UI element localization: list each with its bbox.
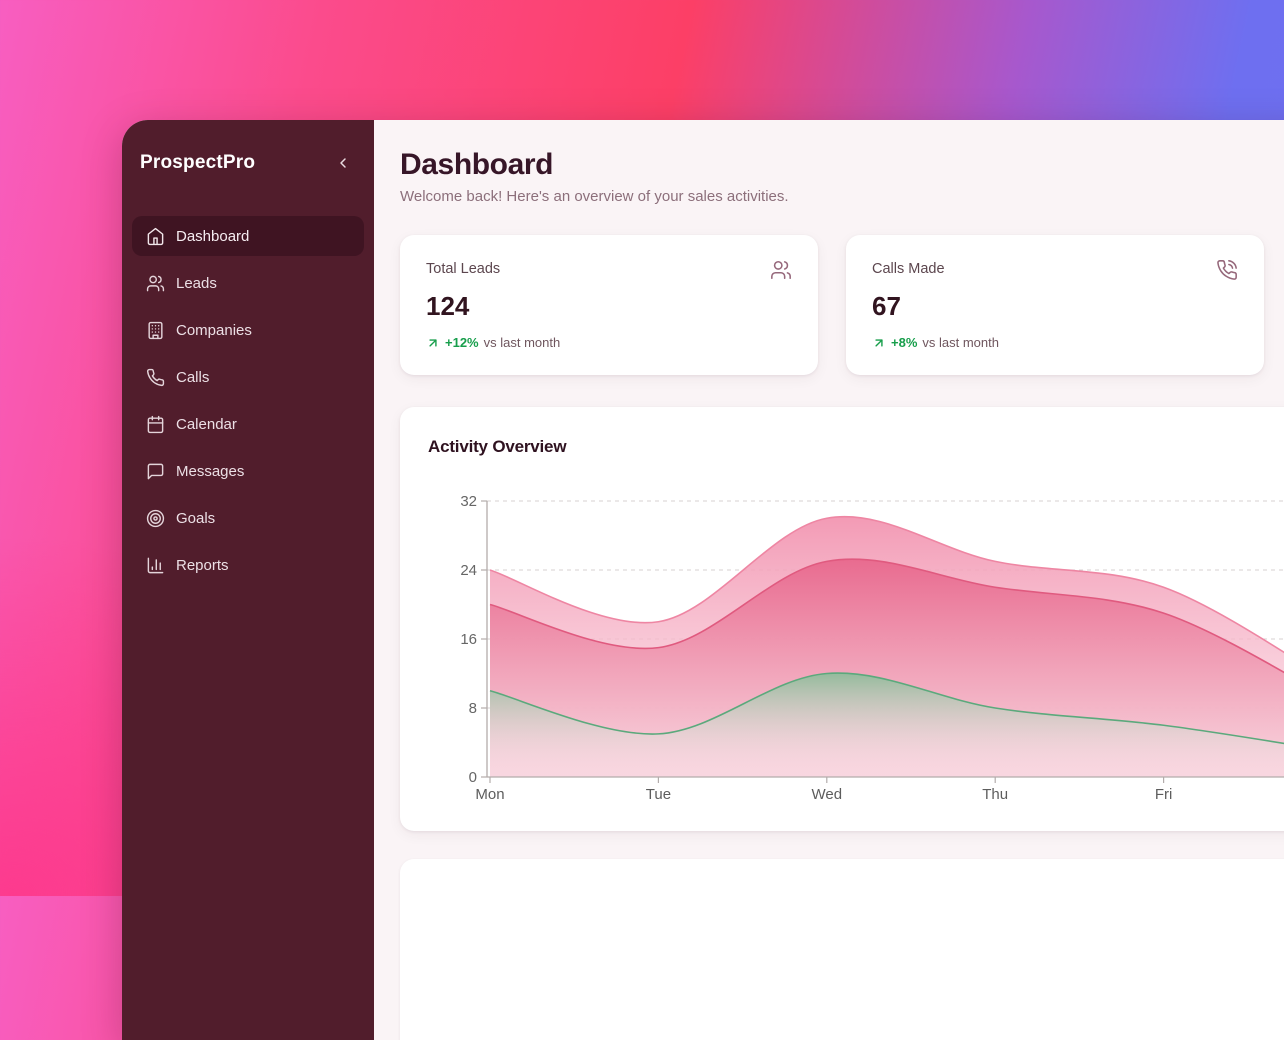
sidebar-item-label: Goals bbox=[176, 510, 215, 527]
target-icon bbox=[146, 509, 165, 528]
svg-text:8: 8 bbox=[469, 700, 477, 717]
stat-trend: +8% vs last month bbox=[872, 335, 1238, 350]
home-icon bbox=[146, 227, 165, 246]
trend-suffix: vs last month bbox=[484, 335, 561, 350]
activity-chart: 0 8 16 24 32 Mon Tue Wed Thu Fri bbox=[400, 407, 1284, 831]
sidebar: ProspectPro Dashboard Leads Companies bbox=[122, 120, 374, 1040]
users-icon bbox=[146, 274, 165, 293]
sidebar-item-leads[interactable]: Leads bbox=[132, 263, 364, 303]
sidebar-item-calendar[interactable]: Calendar bbox=[132, 404, 364, 444]
sidebar-item-label: Messages bbox=[176, 463, 244, 480]
trend-suffix: vs last month bbox=[922, 335, 999, 350]
sidebar-item-label: Calendar bbox=[176, 416, 237, 433]
chart-column-icon bbox=[146, 556, 165, 575]
page-title: Dashboard bbox=[400, 148, 1284, 182]
trend-percent: +12% bbox=[445, 335, 479, 350]
svg-text:Tue: Tue bbox=[646, 786, 671, 803]
phone-icon bbox=[146, 368, 165, 387]
stat-label: Calls Made bbox=[872, 261, 1238, 277]
svg-text:Mon: Mon bbox=[475, 786, 504, 803]
stats-row: Total Leads 124 +12% vs last month Calls… bbox=[400, 235, 1284, 375]
svg-text:24: 24 bbox=[460, 562, 477, 579]
users-icon bbox=[770, 259, 792, 286]
arrow-up-right-icon bbox=[426, 336, 440, 350]
calendar-icon bbox=[146, 415, 165, 434]
arrow-up-right-icon bbox=[872, 336, 886, 350]
brand-name: ProspectPro bbox=[140, 152, 255, 174]
sidebar-item-label: Reports bbox=[176, 557, 229, 574]
sidebar-item-label: Dashboard bbox=[176, 228, 249, 245]
page-subtitle: Welcome back! Here's an overview of your… bbox=[400, 188, 1284, 205]
svg-text:Wed: Wed bbox=[812, 786, 843, 803]
bottom-card-cropped bbox=[400, 859, 1284, 1040]
stat-trend: +12% vs last month bbox=[426, 335, 792, 350]
sidebar-item-messages[interactable]: Messages bbox=[132, 451, 364, 491]
main-content: Dashboard Welcome back! Here's an overvi… bbox=[374, 120, 1284, 1040]
app-window: ProspectPro Dashboard Leads Companies bbox=[122, 120, 1284, 1040]
stat-card-calls-made: Calls Made 67 +8% vs last month bbox=[846, 235, 1264, 375]
sidebar-item-goals[interactable]: Goals bbox=[132, 498, 364, 538]
activity-overview-card: Activity Overview 08162432MonTueWedThuFr… bbox=[400, 407, 1284, 831]
stat-value: 67 bbox=[872, 291, 1238, 322]
phone-call-icon bbox=[1216, 259, 1238, 286]
sidebar-collapse-button[interactable] bbox=[330, 150, 356, 176]
sidebar-item-dashboard[interactable]: Dashboard bbox=[132, 216, 364, 256]
sidebar-item-reports[interactable]: Reports bbox=[132, 545, 364, 585]
svg-text:16: 16 bbox=[460, 631, 477, 648]
svg-text:0: 0 bbox=[469, 769, 477, 786]
sidebar-item-label: Companies bbox=[176, 322, 252, 339]
svg-text:Thu: Thu bbox=[982, 786, 1008, 803]
svg-text:Fri: Fri bbox=[1155, 786, 1173, 803]
building-icon bbox=[146, 321, 165, 340]
sidebar-nav: Dashboard Leads Companies Calls Calendar… bbox=[132, 216, 364, 585]
sidebar-item-label: Calls bbox=[176, 369, 209, 386]
message-icon bbox=[146, 462, 165, 481]
stat-label: Total Leads bbox=[426, 261, 792, 277]
sidebar-header: ProspectPro bbox=[132, 146, 364, 180]
trend-percent: +8% bbox=[891, 335, 917, 350]
svg-text:32: 32 bbox=[460, 493, 477, 510]
stat-value: 124 bbox=[426, 291, 792, 322]
sidebar-item-companies[interactable]: Companies bbox=[132, 310, 364, 350]
chevron-left-icon bbox=[335, 155, 351, 171]
stat-card-total-leads: Total Leads 124 +12% vs last month bbox=[400, 235, 818, 375]
sidebar-item-calls[interactable]: Calls bbox=[132, 357, 364, 397]
sidebar-item-label: Leads bbox=[176, 275, 217, 292]
